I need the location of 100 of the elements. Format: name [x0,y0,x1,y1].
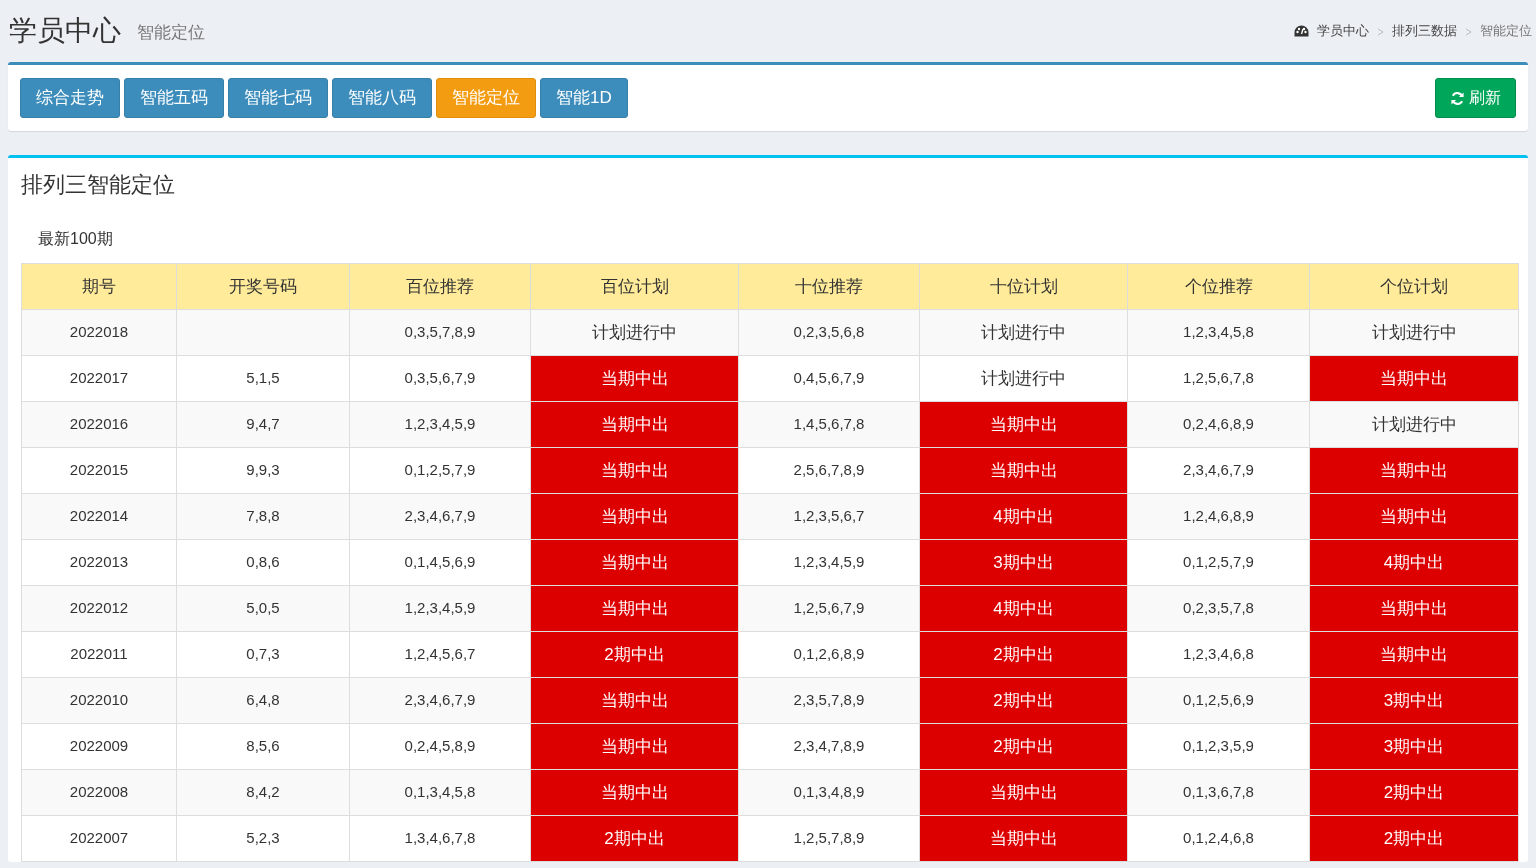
table-cell: 6,4,8 [176,677,350,724]
column-header: 十位推荐 [738,263,920,310]
column-header: 个位推荐 [1127,263,1310,310]
plan-cell: 当期中出 [530,723,739,770]
nav-button[interactable]: 智能1D [540,78,628,118]
plan-cell: 当期中出 [1309,447,1519,494]
table-cell: 2022007 [21,815,177,862]
nav-button[interactable]: 综合走势 [20,78,120,118]
plan-cell: 计划进行中 [1309,309,1519,356]
table-cell: 8,4,2 [176,769,350,816]
plan-cell: 计划进行中 [919,355,1128,402]
plan-cell: 2期中出 [1309,769,1519,816]
table-cell: 1,2,3,4,6,8 [1127,631,1310,678]
plan-cell: 当期中出 [1309,631,1519,678]
nav-button[interactable]: 智能八码 [332,78,432,118]
table-cell: 2,3,4,6,7,9 [349,677,531,724]
page-title: 学员中心 [9,17,121,45]
plan-cell: 2期中出 [1309,815,1519,862]
plan-cell: 当期中出 [919,769,1128,816]
page-subtitle: 智能定位 [137,21,205,44]
table-cell: 0,4,5,6,7,9 [738,355,920,402]
table-cell: 2022010 [21,677,177,724]
table-cell: 0,1,3,4,5,8 [349,769,531,816]
column-header: 个位计划 [1309,263,1519,310]
breadcrumb-link[interactable]: 学员中心 [1317,21,1369,41]
table-cell: 1,2,4,6,8,9 [1127,493,1310,540]
table-cell: 0,2,3,5,6,8 [738,309,920,356]
nav-button[interactable]: 智能五码 [124,78,224,118]
plan-cell: 当期中出 [919,815,1128,862]
plan-cell: 3期中出 [1309,723,1519,770]
table-cell: 9,4,7 [176,401,350,448]
plan-cell: 2期中出 [919,677,1128,724]
refresh-button[interactable]: 刷新 [1435,78,1516,118]
table-cell: 8,5,6 [176,723,350,770]
plan-cell: 4期中出 [1309,539,1519,586]
plan-cell: 3期中出 [919,539,1128,586]
plan-cell: 当期中出 [530,677,739,724]
table-cell: 2022015 [21,447,177,494]
plan-cell: 当期中出 [530,493,739,540]
plan-cell: 计划进行中 [530,309,739,356]
table-cell: 2022012 [21,585,177,632]
table-cell: 0,2,4,6,8,9 [1127,401,1310,448]
refresh-icon [1450,90,1465,106]
table-cell: 0,1,2,5,7,9 [1127,539,1310,586]
table-cell: 1,2,3,5,6,7 [738,493,920,540]
column-header: 百位计划 [530,263,739,310]
panel-title: 排列三智能定位 [21,171,176,199]
table-cell: 0,1,2,5,7,9 [349,447,531,494]
breadcrumb-link[interactable]: 排列三数据 [1392,21,1457,41]
table-cell: 1,2,3,4,5,9 [349,585,531,632]
table-cell: 0,2,4,5,8,9 [349,723,531,770]
plan-cell: 当期中出 [1309,493,1519,540]
column-header: 期号 [21,263,177,310]
plan-cell: 当期中出 [530,447,739,494]
table-cell: 0,3,5,6,7,9 [349,355,531,402]
plan-cell: 当期中出 [530,355,739,402]
plan-cell: 4期中出 [919,585,1128,632]
plan-cell: 当期中出 [919,401,1128,448]
table-cell: 1,2,3,4,5,9 [738,539,920,586]
table-cell: 7,8,8 [176,493,350,540]
table-cell: 2022008 [21,769,177,816]
table-cell: 5,0,5 [176,585,350,632]
table-cell: 1,2,5,6,7,8 [1127,355,1310,402]
nav-button[interactable]: 智能七码 [228,78,328,118]
plan-cell: 计划进行中 [919,309,1128,356]
table-cell: 1,2,5,6,7,9 [738,585,920,632]
table-cell: 2022014 [21,493,177,540]
table-cell: 0,1,4,5,6,9 [349,539,531,586]
table-cell: 2022017 [21,355,177,402]
panel-subtitle: 最新100期 [37,229,114,249]
table-cell: 0,1,2,5,6,9 [1127,677,1310,724]
table-cell: 5,1,5 [176,355,350,402]
plan-cell: 当期中出 [1309,585,1519,632]
table-cell: 2022016 [21,401,177,448]
table-cell: 1,3,4,6,7,8 [349,815,531,862]
table-cell: 0,2,3,5,7,8 [1127,585,1310,632]
table-cell: 1,2,3,4,5,9 [349,401,531,448]
table-cell: 2,5,6,7,8,9 [738,447,920,494]
table-cell: 2022011 [21,631,177,678]
plan-cell: 当期中出 [530,539,739,586]
table-cell: 1,4,5,6,7,8 [738,401,920,448]
table-cell: 0,1,2,4,6,8 [1127,815,1310,862]
plan-cell: 当期中出 [1309,355,1519,402]
plan-cell: 4期中出 [919,493,1128,540]
table-cell: 1,2,4,5,6,7 [349,631,531,678]
plan-cell: 当期中出 [530,401,739,448]
table-cell: 0,7,3 [176,631,350,678]
table-cell: 2,3,4,7,8,9 [738,723,920,770]
plan-cell: 计划进行中 [1309,401,1519,448]
column-header: 开奖号码 [176,263,350,310]
table-cell: 2022009 [21,723,177,770]
table-cell: 1,2,3,4,5,8 [1127,309,1310,356]
table-cell: 2,3,4,6,7,9 [1127,447,1310,494]
table-cell: 0,1,3,6,7,8 [1127,769,1310,816]
nav-button[interactable]: 智能定位 [436,78,536,118]
table-cell: 0,1,2,3,5,9 [1127,723,1310,770]
table-cell: 5,2,3 [176,815,350,862]
plan-cell: 2期中出 [919,723,1128,770]
table-cell: 2,3,5,7,8,9 [738,677,920,724]
plan-cell: 2期中出 [919,631,1128,678]
